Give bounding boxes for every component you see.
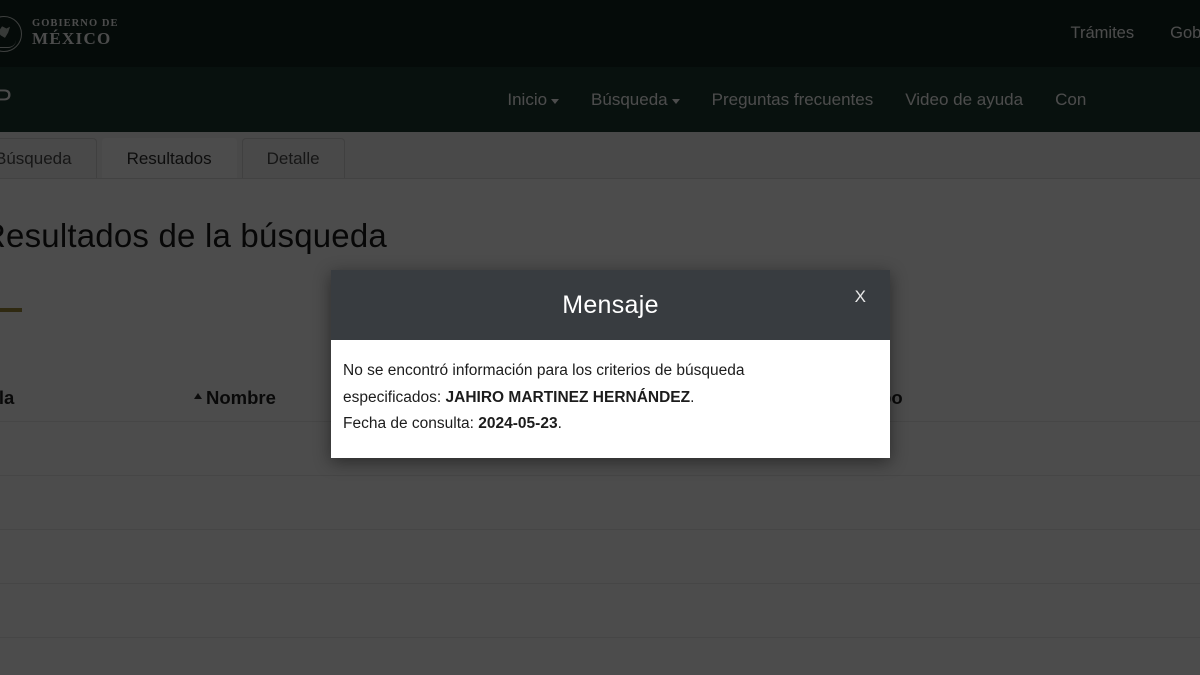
modal-line-3-prefix: Fecha de consulta: xyxy=(343,415,478,432)
message-modal: Mensaje X No se encontró información par… xyxy=(331,270,890,458)
screen-root: GOBIERNO DE MÉXICO Trámites Gobierno EP … xyxy=(0,0,1200,675)
close-icon[interactable]: X xyxy=(849,284,872,309)
modal-line-2-suffix: . xyxy=(690,389,694,406)
modal-query-date: 2024-05-23 xyxy=(478,415,557,432)
modal-message-text: No se encontró información para los crit… xyxy=(343,358,868,438)
modal-line-3-suffix: . xyxy=(558,415,562,432)
modal-line-1: No se encontró información para los crit… xyxy=(343,362,745,379)
modal-body: No se encontró información para los crit… xyxy=(331,340,890,458)
modal-search-name: JAHIRO MARTINEZ HERNÁNDEZ xyxy=(446,389,691,406)
modal-title: Mensaje xyxy=(562,291,659,320)
modal-header: Mensaje X xyxy=(331,270,890,340)
modal-line-2-prefix: especificados: xyxy=(343,389,446,406)
